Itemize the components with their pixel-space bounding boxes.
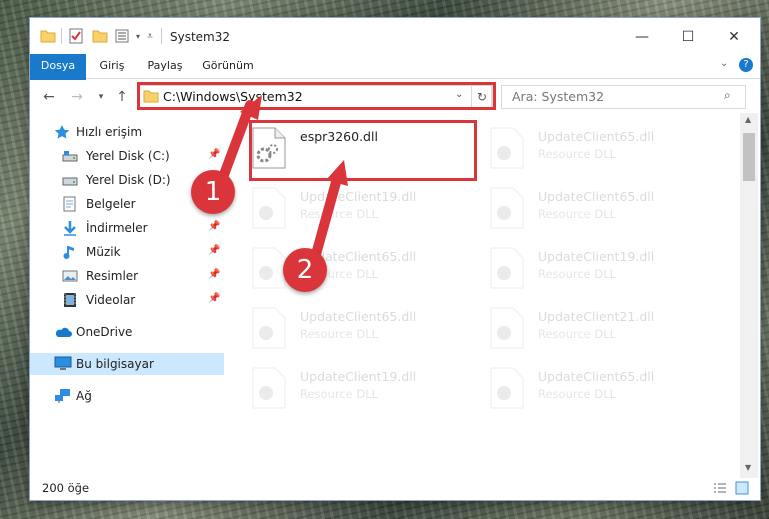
arrow-1 xyxy=(217,100,255,185)
arrow-2-head xyxy=(326,160,348,186)
annotation-arrows xyxy=(217,95,348,263)
step-badge-1: 1 xyxy=(191,170,235,214)
step-badge-2: 2 xyxy=(283,248,327,292)
arrow-2 xyxy=(310,170,343,263)
